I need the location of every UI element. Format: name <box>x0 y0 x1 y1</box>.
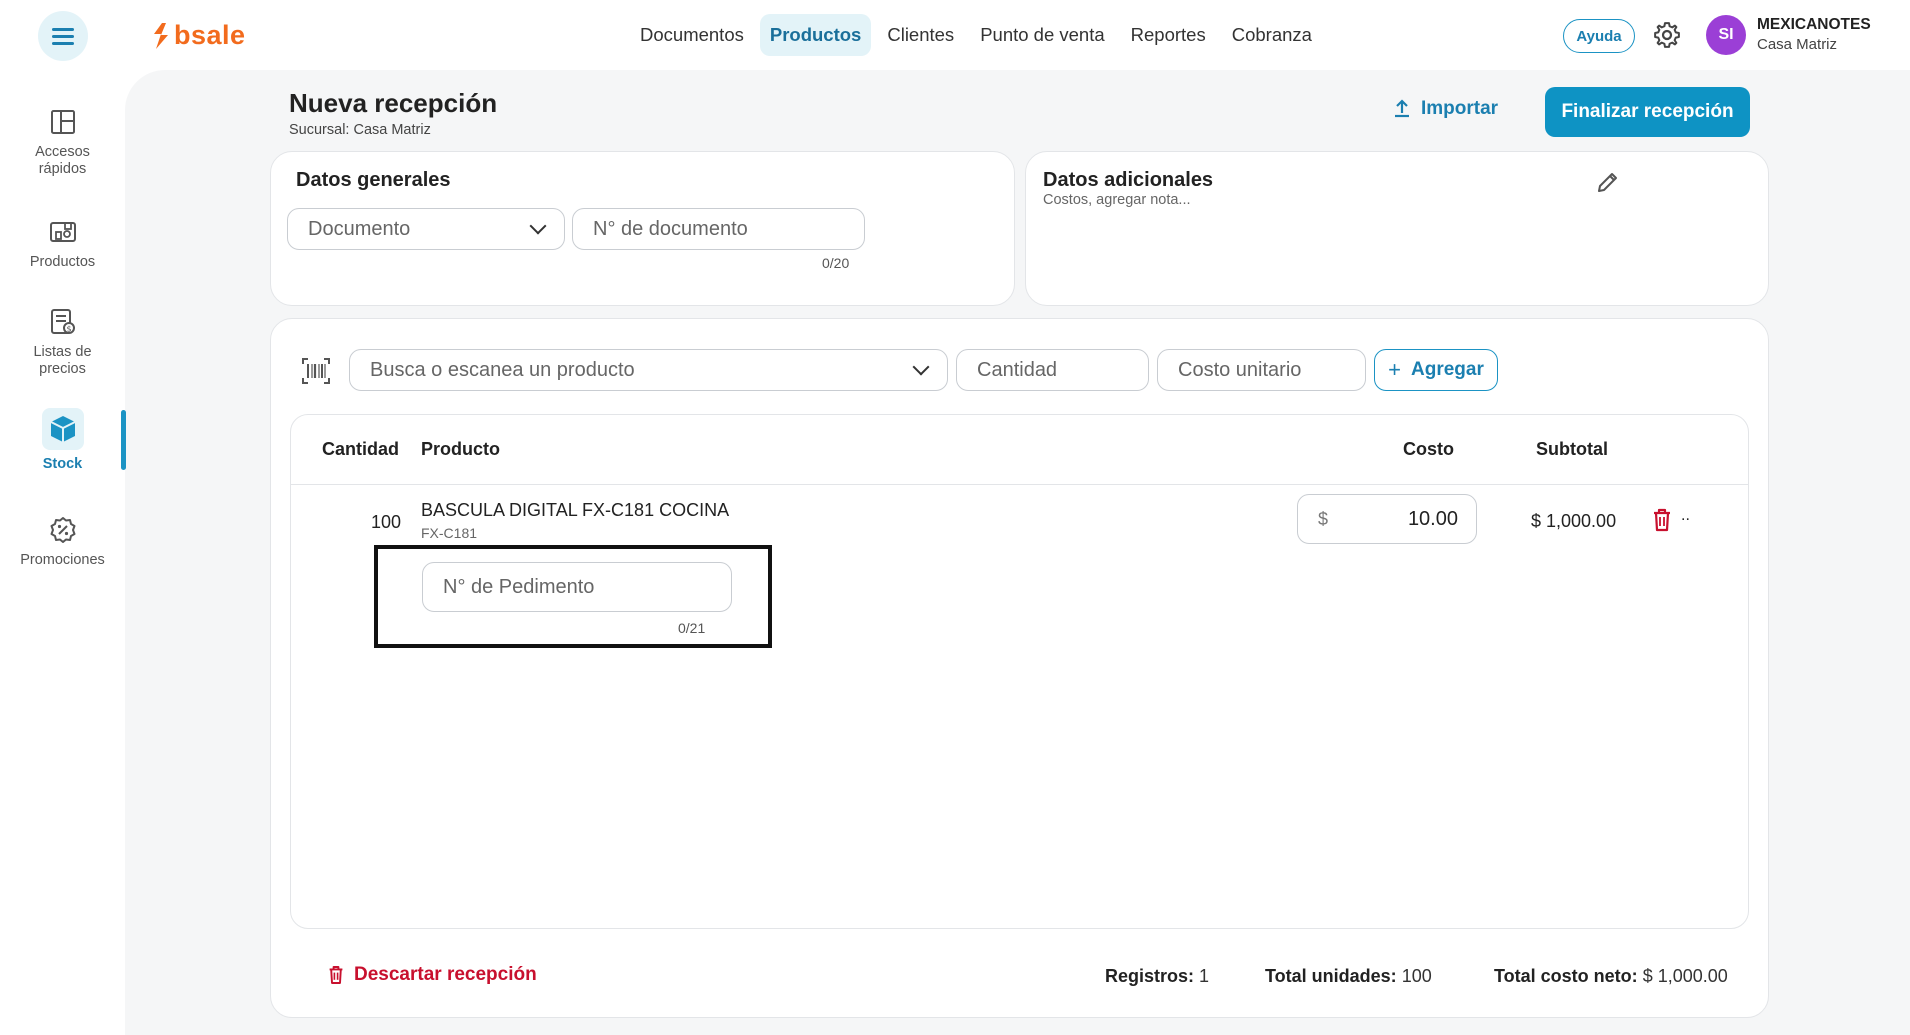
sidebar-item-listas-de-precios[interactable]: $ Listas de precios <box>0 306 125 377</box>
upload-icon <box>1395 99 1409 118</box>
sidebar-item-accesos-rapidos[interactable]: Accesos rápidos <box>0 106 125 177</box>
sidebar-item-promociones[interactable]: Promociones <box>0 514 125 569</box>
sidebar: Accesos rápidos Productos $ Listas de pr… <box>0 70 125 1035</box>
trash-icon[interactable] <box>1652 508 1672 532</box>
nav-clientes[interactable]: Clientes <box>877 14 964 56</box>
row-quantity: 100 <box>371 512 402 532</box>
sidebar-item-productos[interactable]: Productos <box>0 216 125 271</box>
nav-cobranza[interactable]: Cobranza <box>1222 14 1322 56</box>
sidebar-label: Stock <box>42 456 83 472</box>
products-icon <box>47 216 79 248</box>
import-button[interactable]: Importar <box>1393 98 1498 120</box>
row-subtotal: $ 1,000.00 <box>1531 511 1617 531</box>
quantity-placeholder: Cantidad <box>977 358 1058 381</box>
units-value: 100 <box>1401 966 1432 986</box>
discard-label: Descartar recepción <box>354 964 537 985</box>
sidebar-label: precios <box>39 360 86 377</box>
brand-logo[interactable]: bsale <box>152 20 246 51</box>
table-header-divider <box>291 484 1748 485</box>
nav-reportes[interactable]: Reportes <box>1121 14 1216 56</box>
nav-punto-de-venta[interactable]: Punto de venta <box>970 14 1114 56</box>
logo-text: bsale <box>174 20 246 50</box>
general-data-card: Datos generales Documento N° de document… <box>270 151 1015 306</box>
sidebar-item-stock[interactable]: Stock <box>0 408 125 473</box>
row-product-sku: FX-C181 <box>421 525 478 541</box>
chevron-down-icon <box>912 358 930 376</box>
sidebar-label: rápidos <box>38 160 87 177</box>
total-units-stat: Total unidades: 100 <box>1265 966 1432 987</box>
document-number-placeholder: N° de documento <box>593 217 748 240</box>
total-net-cost-stat: Total costo neto: $ 1,000.00 <box>1494 966 1728 987</box>
records-stat: Registros: 1 <box>1105 966 1209 987</box>
row-more-menu[interactable]: .. <box>1681 507 1690 525</box>
unit-cost-placeholder: Costo unitario <box>1178 358 1302 381</box>
nav-productos[interactable]: Productos <box>759 14 872 56</box>
units-label: Total unidades: <box>1265 966 1397 986</box>
row-cost-value: 10.00 <box>1407 507 1458 530</box>
plus-icon: + <box>1388 357 1401 382</box>
company-name: MEXICANOTES <box>1757 16 1871 33</box>
document-number-counter: 0/20 <box>822 255 850 271</box>
pedimento-placeholder: N° de Pedimento <box>443 575 595 598</box>
pencil-icon[interactable] <box>1596 170 1620 194</box>
sidebar-label: Promociones <box>20 552 105 568</box>
records-value: 1 <box>1199 966 1210 986</box>
unit-cost-input[interactable]: Costo unitario <box>1157 349 1366 391</box>
sidebar-label: Accesos <box>35 144 90 160</box>
general-data-title: Datos generales <box>296 169 451 191</box>
import-label: Importar <box>1421 98 1499 119</box>
barcode-scan-icon[interactable] <box>301 357 331 385</box>
company-info[interactable]: MEXICANOTES Casa Matriz <box>1757 16 1871 53</box>
bsale-logo-icon <box>154 22 168 49</box>
help-button[interactable]: Ayuda <box>1563 19 1635 53</box>
sidebar-label: Listas de <box>33 344 92 360</box>
product-search-placeholder: Busca o escanea un producto <box>370 358 635 381</box>
box-icon <box>41 408 84 450</box>
price-list-icon: $ <box>47 306 79 338</box>
column-header-cost: Costo <box>1403 439 1454 459</box>
records-label: Registros: <box>1105 966 1195 986</box>
chevron-down-icon <box>529 217 547 235</box>
pedimento-input[interactable]: N° de Pedimento <box>422 562 732 612</box>
add-product-button[interactable]: + Agregar <box>1374 349 1498 391</box>
add-product-label: Agregar <box>1411 359 1484 380</box>
product-search-input[interactable]: Busca o escanea un producto <box>349 349 948 391</box>
trash-icon <box>329 966 343 984</box>
page-subtitle: Sucursal: Casa Matriz <box>289 122 431 138</box>
layout-icon <box>47 106 79 138</box>
main-nav: Documentos Productos Clientes Punto de v… <box>630 14 1322 56</box>
additional-data-subtitle: Costos, agregar nota... <box>1043 192 1191 208</box>
main-content: Nueva recepción Sucursal: Casa Matriz Im… <box>125 70 1910 1035</box>
finish-reception-button[interactable]: Finalizar recepción <box>1545 87 1750 137</box>
column-header-product: Producto <box>421 439 500 459</box>
svg-text:$: $ <box>66 325 71 334</box>
column-header-quantity: Cantidad <box>322 439 400 459</box>
reception-table: Cantidad Producto Costo Subtotal 100 BAS… <box>290 414 1749 929</box>
page-title: Nueva recepción <box>289 88 498 118</box>
row-cost-input[interactable]: $ 10.00 <box>1297 494 1477 544</box>
row-product-name: BASCULA DIGITAL FX-C181 COCINA <box>421 500 730 520</box>
document-select-placeholder: Documento <box>308 217 411 240</box>
nav-documentos[interactable]: Documentos <box>630 14 754 56</box>
quantity-input[interactable]: Cantidad <box>956 349 1149 391</box>
column-header-subtotal: Subtotal <box>1536 439 1608 459</box>
sidebar-label: Productos <box>29 254 96 270</box>
top-bar: bsale Documentos Productos Clientes Punt… <box>0 0 1910 70</box>
discount-icon <box>47 514 79 546</box>
gear-icon[interactable] <box>1652 20 1682 50</box>
menu-button[interactable] <box>38 11 88 61</box>
sidebar-active-indicator <box>121 410 126 470</box>
additional-data-title: Datos adicionales <box>1043 169 1214 191</box>
avatar[interactable]: SI <box>1706 15 1746 55</box>
additional-data-card[interactable]: Datos adicionales Costos, agregar nota..… <box>1025 151 1769 306</box>
pedimento-counter: 0/21 <box>678 620 706 636</box>
document-number-input[interactable]: N° de documento <box>572 208 865 250</box>
company-branch: Casa Matriz <box>1757 36 1838 53</box>
discard-reception-button[interactable]: Descartar recepción <box>328 964 537 986</box>
net-cost-label: Total costo neto: <box>1494 966 1638 986</box>
hamburger-icon <box>52 28 74 45</box>
currency-symbol: $ <box>1318 508 1329 529</box>
net-cost-value: $ 1,000.00 <box>1642 966 1728 986</box>
document-select[interactable]: Documento <box>287 208 565 250</box>
